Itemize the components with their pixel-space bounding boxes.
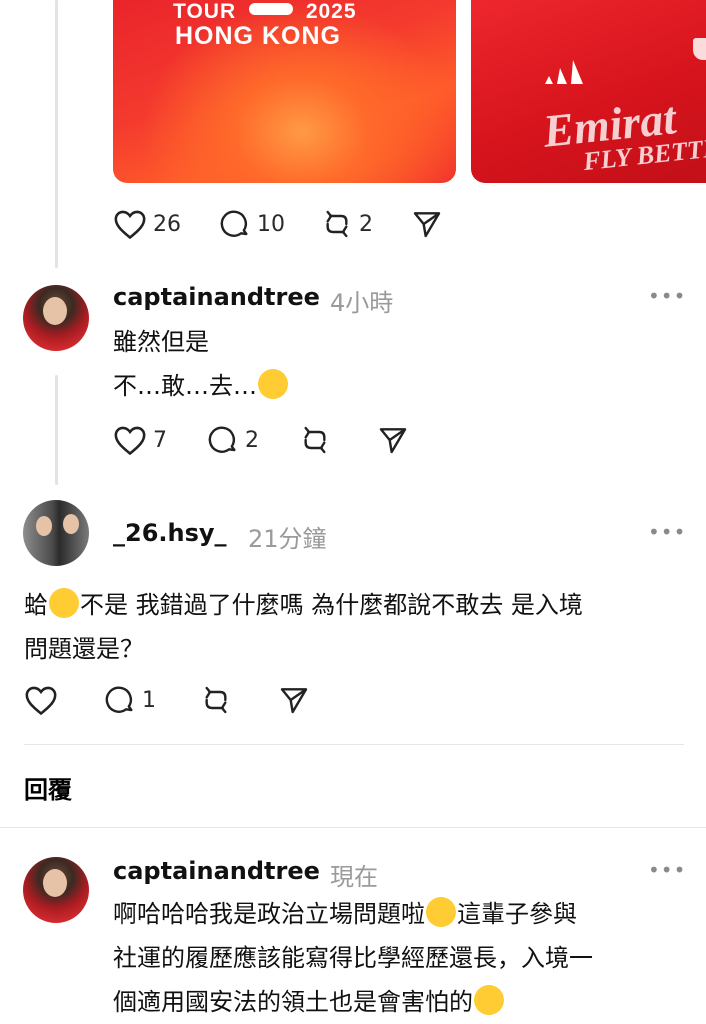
adidas-logo-icon — [543, 58, 597, 86]
comment-icon — [208, 426, 236, 453]
comment-count: 10 — [257, 211, 285, 237]
share-icon — [379, 428, 407, 454]
comment-line-2: 問題還是？ — [24, 635, 144, 663]
comment-text: 蛤 不是 我錯過了什麼嗎 為什麼都說不敢去 是入境 問題還是？ — [24, 583, 583, 671]
laughing-tears-emoji-icon — [426, 897, 456, 927]
peeking-face-emoji-icon — [258, 369, 288, 399]
divider — [0, 827, 706, 828]
comment-line-2: 社運的履歷應該能寫得比學經歷還長，入境一 — [113, 944, 593, 972]
heart-icon — [114, 426, 146, 456]
repost-button[interactable] — [200, 684, 232, 716]
comment-button[interactable]: 10 — [219, 208, 285, 240]
hong-kong-text: HONG KONG — [175, 22, 341, 50]
more-icon[interactable]: ••• — [648, 858, 686, 882]
thread-line — [55, 0, 58, 268]
comment-text: 雖然但是 不…敢…去… — [113, 320, 289, 408]
timestamp: 4小時 — [330, 289, 394, 317]
comment-icon — [105, 686, 133, 713]
like-count: 7 — [153, 427, 167, 453]
arsenal-cannon-icon — [248, 3, 293, 15]
comment-line-1: 蛤 不是 我錯過了什麼嗎 為什麼都說不敢去 是入境 — [24, 583, 583, 627]
arsenal-crest-icon — [693, 38, 706, 60]
comment-line: 雖然但是 — [113, 328, 209, 356]
more-icon[interactable]: ••• — [648, 284, 686, 308]
username[interactable]: captainandtree — [113, 857, 320, 885]
avatar[interactable] — [23, 857, 89, 923]
comment-button[interactable]: 2 — [207, 424, 259, 456]
share-button[interactable] — [278, 684, 310, 716]
avatar[interactable] — [23, 285, 89, 351]
comment-text: 啊哈哈哈我是政治立場問題啦 這輩子參與 社運的履歷應該能寫得比學經歷還長，入境一 … — [113, 892, 593, 1024]
share-icon — [413, 212, 441, 238]
comment-line-text: 蛤 — [24, 591, 48, 619]
comment-line-text: 不是 我錯過了什麼嗎 為什麼都說不敢去 是入境 — [80, 591, 583, 619]
share-icon — [280, 688, 308, 714]
heart-icon — [114, 210, 146, 240]
comment-button[interactable]: 1 — [104, 684, 156, 716]
more-icon[interactable]: ••• — [648, 520, 686, 544]
comment-line-text: 這輩子參與 — [457, 900, 577, 928]
comment-line-text: 個適用國安法的領土也是會害怕的 — [113, 988, 473, 1016]
replies-section-label[interactable]: 回覆 — [24, 770, 72, 805]
post-actions: 26 10 2 — [113, 208, 443, 240]
repost-button[interactable] — [299, 424, 331, 456]
comment-line-text: 不…敢…去… — [113, 372, 257, 400]
like-count: 26 — [153, 211, 181, 237]
thread-line — [55, 375, 58, 485]
avatar[interactable] — [23, 500, 89, 566]
comment-line-1: 啊哈哈哈我是政治立場問題啦 這輩子參與 — [113, 892, 593, 936]
comment-actions: 1 — [24, 684, 310, 716]
username[interactable]: captainandtree — [113, 283, 320, 311]
username[interactable]: _26.hsy_ — [113, 519, 227, 547]
comment-line-2: 不…敢…去… — [113, 364, 289, 408]
comment-count: 1 — [142, 687, 156, 713]
comment-actions: 7 2 — [113, 424, 409, 456]
repost-count: 2 — [359, 211, 373, 237]
like-button[interactable]: 7 — [113, 424, 167, 456]
halo-smile-emoji-icon — [474, 985, 504, 1015]
timestamp: 21分鐘 — [248, 525, 327, 553]
tour-text: TOUR — [173, 0, 237, 23]
share-button[interactable] — [377, 424, 409, 456]
year-text: 2025 — [305, 0, 357, 23]
post-image-jersey[interactable]: Emirat FLY BETTE — [471, 0, 706, 183]
crying-face-emoji-icon — [49, 588, 79, 618]
like-button[interactable] — [24, 684, 58, 716]
like-button[interactable]: 26 — [113, 208, 181, 240]
comment-line-3: 個適用國安法的領土也是會害怕的 — [113, 980, 593, 1024]
divider — [24, 744, 684, 745]
heart-icon — [25, 686, 57, 716]
comment-count: 2 — [245, 427, 259, 453]
timestamp: 現在 — [330, 863, 378, 891]
post-image-tour[interactable]: TOUR 2025 HONG KONG — [113, 0, 456, 183]
comment-line-text: 啊哈哈哈我是政治立場問題啦 — [113, 900, 425, 928]
repost-icon — [304, 426, 326, 454]
repost-icon — [326, 210, 348, 238]
repost-button[interactable]: 2 — [321, 208, 373, 240]
repost-icon — [205, 686, 227, 714]
comment-icon — [220, 210, 248, 237]
share-button[interactable] — [411, 208, 443, 240]
